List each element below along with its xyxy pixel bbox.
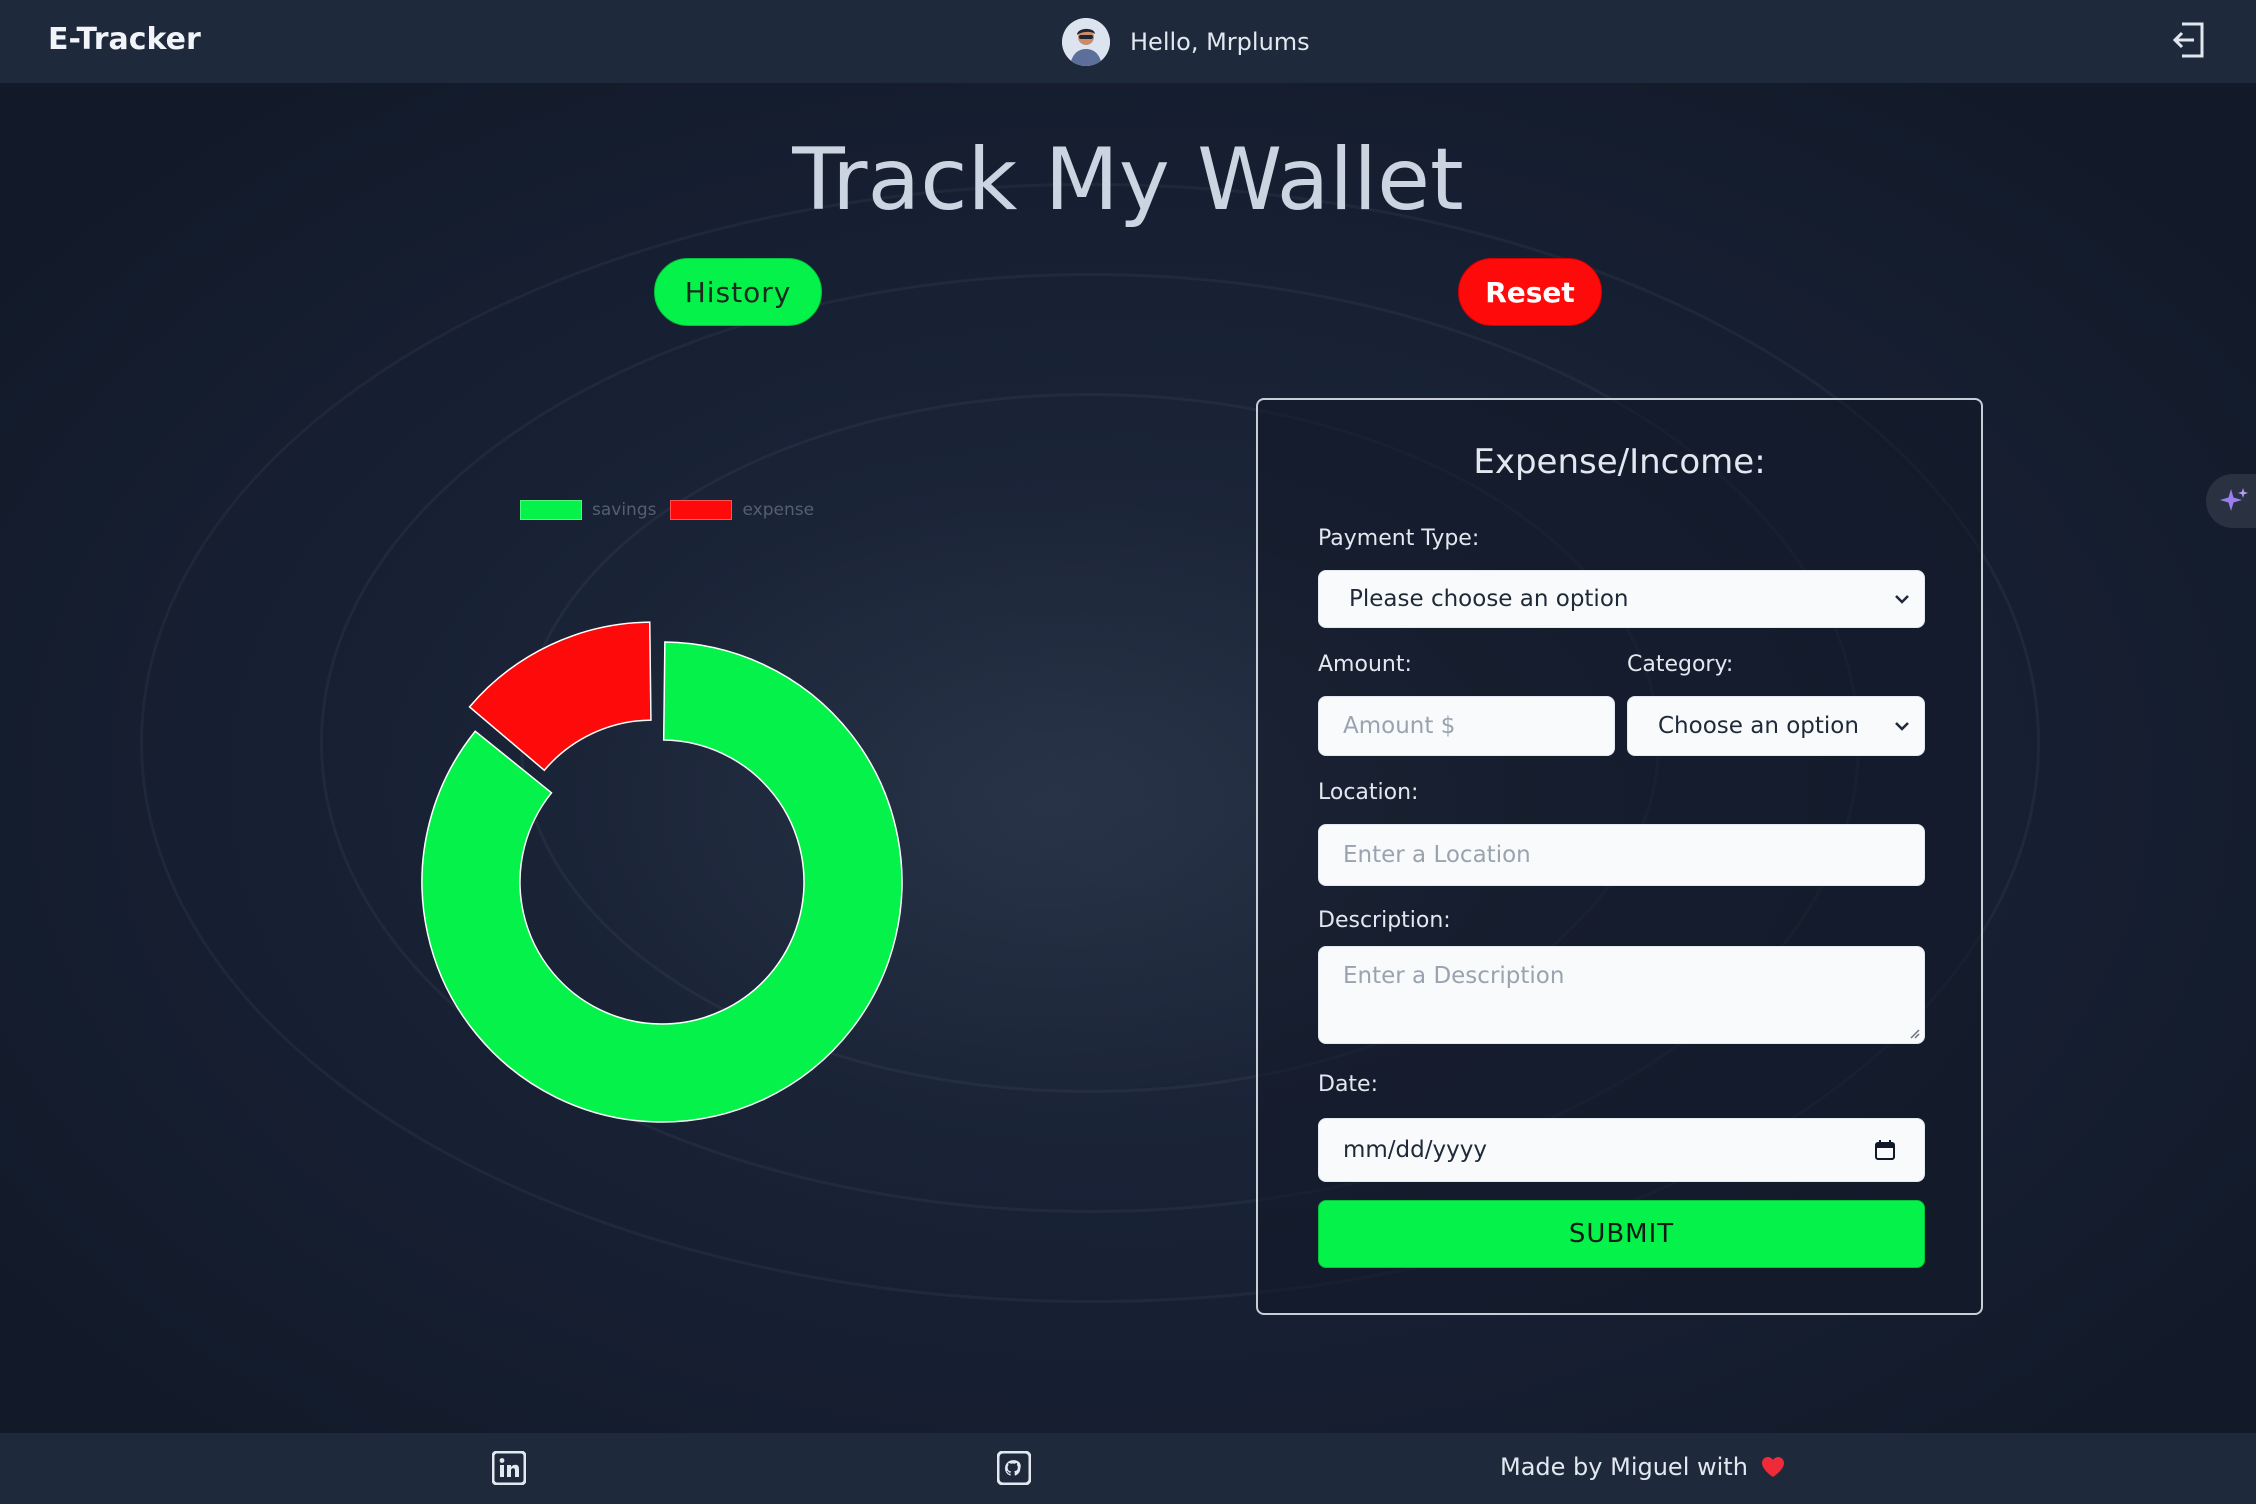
category-select[interactable]: Choose an option [1627,696,1925,756]
description-placeholder: Enter a Description [1343,963,1565,989]
payment-type-label: Payment Type: [1318,526,1480,551]
logout-icon[interactable] [2172,20,2206,60]
form-title: Expense/Income: [1473,442,1766,482]
category-value: Choose an option [1658,713,1859,739]
chevron-down-icon [1895,595,1909,604]
expense-income-form: Expense/Income: Payment Type: Please cho… [1256,398,1983,1315]
date-label: Date: [1318,1072,1378,1097]
resize-handle-icon[interactable] [1908,1027,1920,1039]
category-label: Category: [1627,652,1734,677]
location-placeholder: Enter a Location [1343,842,1531,868]
date-input[interactable]: mm/dd/yyyy [1318,1118,1925,1182]
legend-label-expense: expense [742,500,815,520]
assistant-side-tab[interactable] [2206,474,2256,528]
legend-label-savings: savings [592,500,657,520]
greeting-text: Hello, Mrplums [1130,28,1310,56]
legend-swatch-savings [520,500,582,520]
page-title: Track My Wallet [792,130,1464,230]
heart-icon [1761,1457,1784,1477]
description-textarea[interactable]: Enter a Description [1318,946,1925,1044]
amount-label: Amount: [1318,652,1412,677]
top-navbar: E-Tracker Hello, Mrplums [0,0,2256,83]
user-info: Hello, Mrplums [1062,18,1310,66]
amount-input[interactable]: Amount $ [1318,696,1615,756]
description-label: Description: [1318,908,1451,933]
github-icon[interactable] [996,1450,1032,1486]
location-label: Location: [1318,780,1419,805]
savings-expense-chart: savings expense [300,480,1040,1240]
chevron-down-icon [1895,722,1909,731]
location-input[interactable]: Enter a Location [1318,824,1925,886]
payment-type-select[interactable]: Please choose an option [1318,570,1925,628]
payment-type-value: Please choose an option [1349,586,1629,612]
avatar[interactable] [1062,18,1110,66]
legend-item-expense[interactable]: expense [670,500,814,520]
brand-logo[interactable]: E-Tracker [48,22,201,57]
footer-credit: Made by Miguel with [1500,1453,1786,1481]
history-button[interactable]: History [654,258,822,326]
chart-legend: savings expense [520,500,828,520]
legend-item-savings[interactable]: savings [520,500,656,520]
donut-chart [421,621,903,1123]
legend-swatch-expense [670,500,733,520]
sparkle-icon [2220,488,2248,511]
submit-button[interactable]: SUBMIT [1318,1200,1925,1268]
calendar-icon[interactable] [1874,1139,1896,1161]
date-placeholder: mm/dd/yyyy [1343,1137,1487,1163]
amount-placeholder: Amount $ [1343,713,1456,739]
linkedin-icon[interactable] [491,1450,527,1486]
reset-button[interactable]: Reset [1458,258,1602,326]
footer: Made by Miguel with [0,1433,2256,1504]
footer-credit-text: Made by Miguel with [1500,1453,1748,1481]
